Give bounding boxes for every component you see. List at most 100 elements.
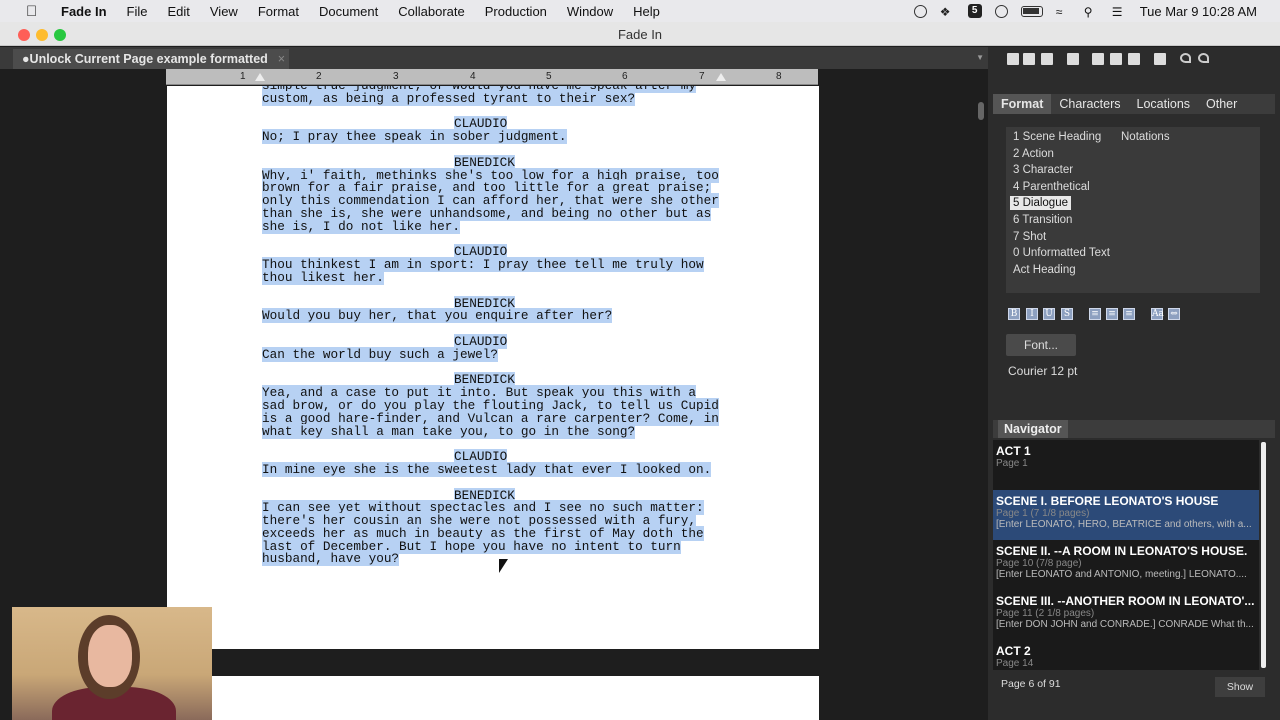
battery-icon[interactable] <box>1020 5 1043 17</box>
ruler-number: 1 <box>240 71 246 82</box>
dialogue-block[interactable]: Yea, and a case to put it into. But spea… <box>262 385 732 439</box>
redo-icon[interactable] <box>1198 53 1209 63</box>
dropbox-icon[interactable]: ❖ <box>940 5 955 19</box>
control-center-icon[interactable]: ☰ <box>1112 5 1127 19</box>
ruler-number: 6 <box>622 71 628 82</box>
cut-icon[interactable] <box>1092 53 1104 65</box>
format-list: 1 Scene Heading 2 Action 3 Character 4 P… <box>1006 127 1260 293</box>
format-item-shot[interactable]: 7 Shot <box>1010 230 1049 244</box>
macos-menu-bar:  Fade In File Edit View Format Document… <box>0 0 1280 22</box>
menu-document[interactable]: Document <box>309 4 388 19</box>
navigator-tab[interactable]: Navigator <box>998 420 1068 438</box>
script-line: In mine eye she is the sweetest lady tha… <box>262 461 712 477</box>
tab-locations[interactable]: Locations <box>1129 94 1199 114</box>
underline-button[interactable]: U <box>1043 308 1055 320</box>
strikethrough-button[interactable]: S <box>1061 308 1073 320</box>
window-title-bar: Fade In <box>0 22 1280 46</box>
undo-icon[interactable] <box>1180 53 1191 63</box>
save-icon[interactable] <box>1041 53 1053 65</box>
format-item-parenthetical[interactable]: 4 Parenthetical <box>1010 180 1093 194</box>
show-button[interactable]: Show <box>1215 677 1265 697</box>
menu-app-name[interactable]: Fade In <box>50 4 117 19</box>
right-margin-marker[interactable] <box>716 73 726 81</box>
print-icon[interactable] <box>1067 53 1079 65</box>
webcam-overlay <box>12 607 212 720</box>
hierarchy-icon[interactable] <box>1154 53 1166 65</box>
format-item-action[interactable]: 2 Action <box>1010 147 1057 161</box>
dialogue-block[interactable]: simple true judgment; or would you have … <box>262 86 732 106</box>
navigator-item-title: ACT 1 <box>996 444 1031 458</box>
menu-help[interactable]: Help <box>623 4 670 19</box>
editor-scrollbar[interactable] <box>975 69 988 720</box>
format-item-dialogue[interactable]: 5 Dialogue <box>1010 196 1071 210</box>
webcam-person-face <box>88 625 132 687</box>
left-margin-marker[interactable] <box>255 73 265 81</box>
align-right-button[interactable]: ≡ <box>1123 308 1135 320</box>
script-line: custom, as being a professed tyrant to t… <box>262 90 636 106</box>
tab-overflow-icon[interactable]: ▼ <box>976 53 984 62</box>
dialogue-block[interactable]: Thou thinkest I am in sport: I pray thee… <box>262 257 732 285</box>
tab-other[interactable]: Other <box>1198 94 1245 114</box>
navigator-header: Navigator <box>993 420 1275 438</box>
menu-production[interactable]: Production <box>475 4 557 19</box>
script-line: husband, have you? <box>262 551 400 567</box>
dialogue-block[interactable]: I can see yet without spectacles and I s… <box>262 500 732 567</box>
copy-icon[interactable] <box>1110 53 1122 65</box>
navigator-item-title: SCENE I. BEFORE LEONATO'S HOUSE <box>996 494 1219 508</box>
dialogue-block[interactable]: Would you buy her, that you enquire afte… <box>262 308 732 324</box>
dialogue-block[interactable]: Can the world buy such a jewel? <box>262 346 732 362</box>
menu-format[interactable]: Format <box>248 4 309 19</box>
format-item-unformatted-text[interactable]: 0 Unformatted Text <box>1010 246 1113 260</box>
script-text[interactable]: simple true judgment; or would you have … <box>262 86 732 579</box>
menu-file[interactable]: File <box>117 4 158 19</box>
open-document-icon[interactable] <box>1023 53 1035 65</box>
apple-menu-icon[interactable]:  <box>26 3 50 20</box>
spacing-button[interactable]: ⇔ <box>1168 308 1180 320</box>
italic-button[interactable]: I <box>1026 308 1038 320</box>
tab-format[interactable]: Format <box>993 94 1052 114</box>
sidebar-tabs: Format Characters Locations Other <box>993 94 1275 114</box>
paste-icon[interactable] <box>1128 53 1140 65</box>
record-icon[interactable] <box>913 4 927 18</box>
ruler[interactable]: 1 2 3 4 5 6 7 8 <box>166 69 818 85</box>
bold-button[interactable]: B <box>1008 308 1020 320</box>
navigator-item-description: [Enter DON JOHN and CONRADE.] CONRADE Wh… <box>996 619 1254 630</box>
new-document-icon[interactable] <box>1007 53 1019 65</box>
format-item-transition[interactable]: 6 Transition <box>1010 213 1075 227</box>
case-button[interactable]: Aa <box>1151 308 1164 320</box>
navigator-item-description: [Enter LEONATO and ANTONIO, meeting.] LE… <box>996 569 1247 580</box>
format-item-act-heading[interactable]: Act Heading <box>1010 263 1079 277</box>
menubar-clock[interactable]: Tue Mar 9 10:28 AM <box>1140 4 1257 19</box>
navigator-item[interactable]: SCENE I. BEFORE LEONATO'S HOUSE Page 1 (7… <box>993 490 1259 540</box>
navigator-item[interactable]: SCENE II. --A ROOM IN LEONATO'S HOUSE. Pa… <box>993 540 1259 590</box>
editor-scrollbar-thumb[interactable] <box>978 102 984 120</box>
align-left-button[interactable]: ≡ <box>1089 308 1101 320</box>
navigator-item-title: ACT 2 <box>996 644 1031 658</box>
menu-view[interactable]: View <box>200 4 248 19</box>
next-script-page[interactable] <box>167 676 819 720</box>
document-tab[interactable]: ●Unlock Current Page example formatted × <box>13 49 289 69</box>
navigator-item[interactable]: ACT 1 Page 1 <box>993 440 1259 490</box>
script-page[interactable]: simple true judgment; or would you have … <box>167 86 819 649</box>
search-icon[interactable]: ⚲ <box>1084 5 1099 19</box>
navigator-item[interactable]: ACT 2 Page 14 <box>993 640 1259 670</box>
format-item-scene-heading[interactable]: 1 Scene Heading <box>1010 130 1104 144</box>
tab-characters[interactable]: Characters <box>1051 94 1128 114</box>
navigator-item[interactable]: SCENE III. --ANOTHER ROOM IN LEONATO'...… <box>993 590 1259 640</box>
menu-edit[interactable]: Edit <box>157 4 199 19</box>
dialogue-block[interactable]: In mine eye she is the sweetest lady tha… <box>262 461 732 477</box>
notations-label[interactable]: Notations <box>1121 131 1170 143</box>
dialogue-block[interactable]: Why, i' faith, methinks she's too low fo… <box>262 167 732 234</box>
align-center-button[interactable]: ≡ <box>1106 308 1118 320</box>
font-info: Courier 12 pt <box>1008 364 1078 378</box>
menu-window[interactable]: Window <box>557 4 623 19</box>
five-icon[interactable]: 5 <box>967 4 982 18</box>
menu-collaborate[interactable]: Collaborate <box>388 4 475 19</box>
navigator-scrollbar[interactable] <box>1261 442 1266 668</box>
font-button[interactable]: Font... <box>1006 334 1076 356</box>
dialogue-block[interactable]: No; I pray thee speak in sober judgment. <box>262 129 732 145</box>
format-item-character[interactable]: 3 Character <box>1010 163 1076 177</box>
close-tab-icon[interactable]: × <box>278 52 285 66</box>
wifi-icon[interactable]: ≈ <box>1056 5 1071 19</box>
play-icon[interactable] <box>994 4 1008 18</box>
